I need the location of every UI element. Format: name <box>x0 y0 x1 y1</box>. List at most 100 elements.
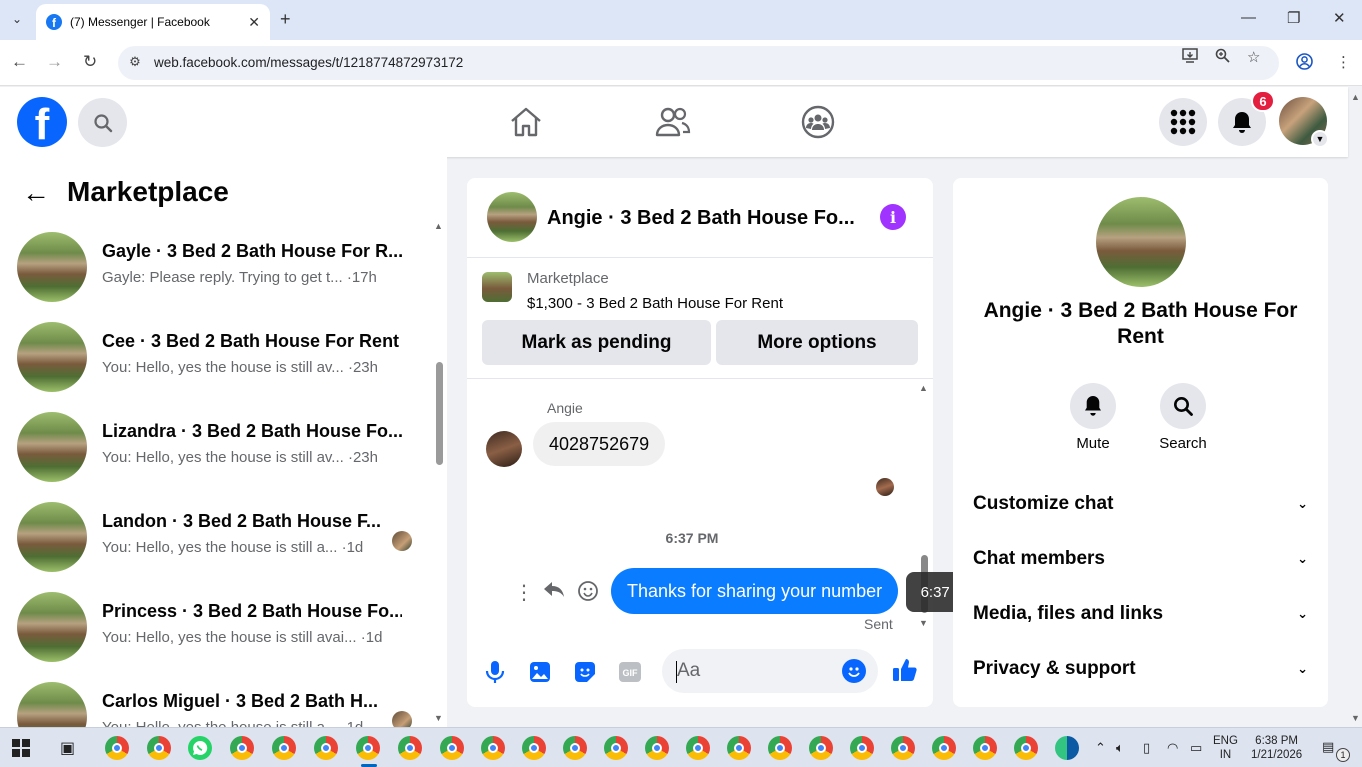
reply-icon[interactable] <box>543 581 565 605</box>
chrome-taskbar-icon[interactable] <box>768 736 792 760</box>
chrome-taskbar-icon[interactable] <box>604 736 628 760</box>
message-input[interactable]: Aa <box>662 649 878 693</box>
page-scroll-up-icon[interactable]: ▲ <box>1351 92 1360 102</box>
browser-menu-icon[interactable]: ⋮ <box>1336 53 1351 71</box>
language-indicator[interactable]: ENG IN <box>1213 734 1238 762</box>
account-chevron-down-icon[interactable]: ▼ <box>1311 130 1329 148</box>
show-hidden-icons-chevron-icon[interactable]: ⌃ <box>1095 740 1106 756</box>
outgoing-message-bubble[interactable]: Thanks for sharing your number <box>611 568 899 614</box>
chat-list-item[interactable]: Gayle · 3 Bed 2 Bath House For R... Gayl… <box>0 227 430 317</box>
chat-list-item[interactable]: Lizandra · 3 Bed 2 Bath House Fo... You:… <box>0 407 430 497</box>
search-button[interactable] <box>78 98 127 147</box>
whatsapp-taskbar-icon[interactable] <box>188 736 212 760</box>
chrome-taskbar-icon[interactable] <box>891 736 915 760</box>
reload-icon[interactable]: ↻ <box>83 52 97 72</box>
gif-icon[interactable]: GIF <box>617 659 643 685</box>
browser-tab-messenger[interactable]: f (7) Messenger | Facebook ✕ <box>36 4 270 40</box>
sender-avatar[interactable] <box>486 431 522 467</box>
region-code: IN <box>1219 749 1232 761</box>
like-thumb-icon[interactable] <box>892 657 918 683</box>
incoming-message-bubble[interactable]: 4028752679 <box>533 422 666 466</box>
tab-search-chevron-icon[interactable]: ⌄ <box>5 7 29 31</box>
minimize-button[interactable]: — <box>1241 9 1256 26</box>
notification-center-icon[interactable]: ▤ <box>1322 739 1334 755</box>
contact-avatar[interactable] <box>1096 197 1186 287</box>
image-attach-icon[interactable] <box>527 659 553 685</box>
chat-list-item[interactable]: Landon · 3 Bed 2 Bath House F... You: He… <box>0 497 430 587</box>
customize-chat-section[interactable]: Customize chat ⌄ <box>973 484 1308 524</box>
scroll-up-arrow-icon[interactable]: ▲ <box>919 383 928 393</box>
facebook-logo-icon[interactable]: f <box>17 97 67 147</box>
groups-nav-button[interactable] <box>798 102 838 142</box>
microphone-icon[interactable] <box>482 659 508 685</box>
more-actions-icon[interactable]: ⋮ <box>514 580 534 605</box>
search-in-chat-button[interactable]: Search <box>1153 383 1213 452</box>
windows-start-icon[interactable] <box>12 739 30 757</box>
clock[interactable]: 6:38 PM 1/21/2026 <box>1251 734 1302 762</box>
scroll-down-arrow-icon[interactable]: ▼ <box>434 713 443 723</box>
zoom-icon[interactable] <box>1215 48 1230 67</box>
chat-members-section[interactable]: Chat members ⌄ <box>973 539 1308 579</box>
forward-arrow-icon[interactable]: → <box>46 52 63 72</box>
chrome-taskbar-icon[interactable] <box>481 736 505 760</box>
chat-list-item[interactable]: Princess · 3 Bed 2 Bath House Fo... You:… <box>0 587 430 677</box>
chrome-taskbar-icon[interactable] <box>563 736 587 760</box>
volume-icon[interactable]: 🔈︎ <box>1116 740 1124 756</box>
back-arrow-icon[interactable]: ← <box>11 52 28 72</box>
page-scroll-down-icon[interactable]: ▼ <box>1351 713 1360 723</box>
friends-nav-button[interactable] <box>653 102 693 142</box>
chrome-taskbar-icon[interactable] <box>272 736 296 760</box>
conversation-title[interactable]: Angie · 3 Bed 2 Bath House Fo... <box>547 207 855 230</box>
maximize-button[interactable]: ❐ <box>1287 9 1300 27</box>
chrome-taskbar-icon[interactable] <box>314 736 338 760</box>
chrome-taskbar-icon[interactable] <box>147 736 171 760</box>
site-info-icon[interactable]: ⚙ <box>126 54 144 72</box>
wifi-icon[interactable]: ◠ <box>1167 740 1178 756</box>
task-view-icon[interactable]: ▣ <box>60 738 75 758</box>
chrome-taskbar-icon[interactable] <box>1014 736 1038 760</box>
chrome-taskbar-icon[interactable] <box>522 736 546 760</box>
chrome-taskbar-icon[interactable] <box>398 736 422 760</box>
address-bar[interactable]: ⚙ web.facebook.com/messages/t/1218774872… <box>118 46 1279 80</box>
battery-icon[interactable]: ▭ <box>1190 740 1202 756</box>
sidebar-scrollbar[interactable] <box>436 362 443 465</box>
install-app-icon[interactable] <box>1182 48 1198 67</box>
more-options-button[interactable]: More options <box>716 320 918 365</box>
scroll-down-arrow-icon[interactable]: ▼ <box>919 618 928 628</box>
profile-icon[interactable] <box>1296 53 1313 74</box>
mark-as-pending-button[interactable]: Mark as pending <box>482 320 711 365</box>
listing-thumbnail[interactable] <box>482 272 512 302</box>
edge-taskbar-icon[interactable] <box>1055 736 1079 760</box>
chat-list-item[interactable]: Carlos Miguel · 3 Bed 2 Bath H... You: H… <box>0 677 430 727</box>
chrome-taskbar-icon[interactable] <box>932 736 956 760</box>
chat-list-item[interactable]: Cee · 3 Bed 2 Bath House For Rent You: H… <box>0 317 430 407</box>
conversation-avatar[interactable] <box>487 192 537 242</box>
chrome-taskbar-icon[interactable] <box>686 736 710 760</box>
back-arrow-icon[interactable]: ← <box>22 177 50 209</box>
privacy-support-section[interactable]: Privacy & support ⌄ <box>973 649 1308 689</box>
new-tab-button[interactable]: + <box>280 9 291 30</box>
chrome-taskbar-icon[interactable] <box>809 736 833 760</box>
react-emoji-icon[interactable] <box>577 580 599 608</box>
chrome-taskbar-icon-active[interactable] <box>356 736 380 760</box>
menu-button[interactable] <box>1159 98 1207 146</box>
chrome-taskbar-icon[interactable] <box>105 736 129 760</box>
tab-close-icon[interactable]: ✕ <box>248 14 260 31</box>
phone-link-icon[interactable]: ▯ <box>1143 740 1150 756</box>
chrome-taskbar-icon[interactable] <box>727 736 751 760</box>
sticker-icon[interactable] <box>572 659 598 685</box>
chrome-taskbar-icon[interactable] <box>230 736 254 760</box>
mute-button[interactable]: Mute <box>1063 383 1123 452</box>
chrome-taskbar-icon[interactable] <box>850 736 874 760</box>
info-icon[interactable]: i <box>880 204 906 230</box>
chrome-taskbar-icon[interactable] <box>440 736 464 760</box>
home-nav-button[interactable] <box>506 102 546 142</box>
scroll-up-arrow-icon[interactable]: ▲ <box>434 221 443 231</box>
emoji-icon[interactable] <box>842 659 866 683</box>
bookmark-star-icon[interactable]: ☆ <box>1247 48 1260 66</box>
listing-title[interactable]: $1,300 - 3 Bed 2 Bath House For Rent <box>527 295 783 312</box>
chrome-taskbar-icon[interactable] <box>973 736 997 760</box>
media-files-links-section[interactable]: Media, files and links ⌄ <box>973 594 1308 634</box>
chrome-taskbar-icon[interactable] <box>645 736 669 760</box>
close-window-button[interactable]: ✕ <box>1333 9 1346 27</box>
